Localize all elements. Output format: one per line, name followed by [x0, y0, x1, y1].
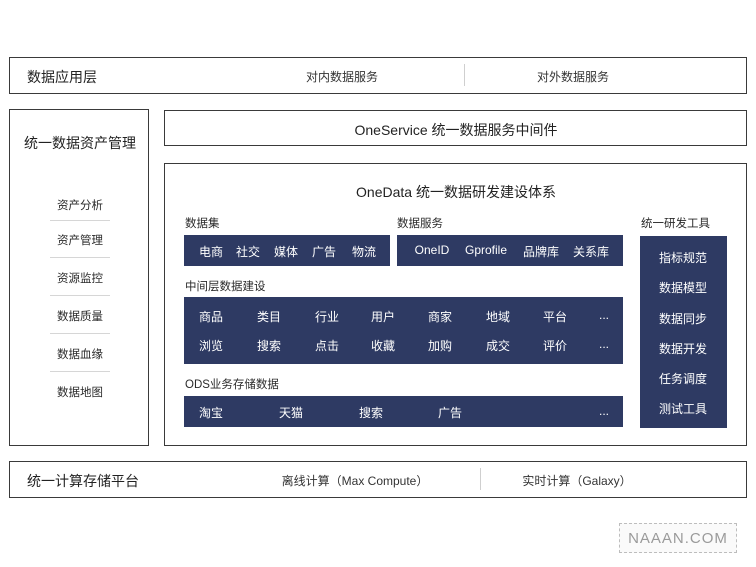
- asset-divider: [50, 295, 110, 296]
- compute-platform: 统一计算存储平台 离线计算（Max Compute） 实时计算（Galaxy）: [9, 461, 747, 498]
- external-data-service: 对外数据服务: [536, 70, 610, 84]
- data-service-item: OneID: [414, 243, 450, 257]
- ods-item: 搜索: [358, 406, 384, 420]
- middle-layer-item: 类目: [256, 310, 282, 324]
- middle-layer-item: ...: [598, 308, 610, 322]
- realtime-compute: 实时计算（Galaxy）: [522, 474, 632, 488]
- asset-divider: [50, 371, 110, 372]
- middle-layer-item: 商家: [427, 310, 453, 324]
- onedata-title: OneData 统一数据研发建设体系: [356, 184, 556, 200]
- asset-item-management: 资产管理: [57, 235, 103, 247]
- compute-platform-divider: [480, 468, 481, 490]
- dataset-item: 社交: [235, 245, 261, 259]
- asset-divider: [50, 333, 110, 334]
- ods-bar: 淘宝 天猫 搜索 广告 ...: [184, 396, 623, 427]
- middle-layer-title: 中间层数据建设: [185, 281, 266, 293]
- data-service-item: 品牌库: [522, 245, 560, 259]
- asset-item-analysis: 资产分析: [57, 200, 103, 212]
- dev-tool-item: 数据开发: [658, 342, 708, 356]
- asset-management-panel: 统一数据资产管理 资产分析 资产管理 资源监控 数据质量 数据血缘 数据地图: [9, 109, 149, 446]
- application-layer-title: 数据应用层: [27, 69, 97, 85]
- middle-layer-item: 商品: [198, 310, 224, 324]
- asset-item-data-map: 数据地图: [57, 387, 103, 399]
- asset-item-data-lineage: 数据血缘: [57, 349, 103, 361]
- watermark-logo: NAAAN.COM: [619, 523, 737, 553]
- middle-layer-item: 行业: [314, 310, 340, 324]
- middle-layer-item: 平台: [542, 310, 568, 324]
- middle-layer-item: 点击: [314, 339, 340, 353]
- middle-layer-item: 成交: [485, 339, 511, 353]
- asset-divider: [50, 220, 110, 221]
- compute-platform-title: 统一计算存储平台: [27, 473, 139, 489]
- ods-item: ...: [598, 404, 610, 418]
- application-layer: 数据应用层 对内数据服务 对外数据服务: [9, 57, 747, 94]
- middle-layer-item: 加购: [427, 339, 453, 353]
- asset-item-data-quality: 数据质量: [57, 311, 103, 323]
- ods-item: 天猫: [278, 406, 304, 420]
- dataset-bar: 电商 社交 媒体 广告 物流: [184, 235, 390, 266]
- data-service-item: Gprofile: [464, 243, 508, 257]
- offline-compute: 离线计算（Max Compute）: [281, 474, 429, 488]
- dataset-item: 电商: [198, 245, 224, 259]
- data-service-title: 数据服务: [397, 218, 443, 230]
- ods-item: 广告: [437, 406, 463, 420]
- middle-layer-item: 浏览: [198, 339, 224, 353]
- ods-item: 淘宝: [198, 406, 224, 420]
- dataset-item: 媒体: [273, 245, 299, 259]
- middle-layer-item: 收藏: [370, 339, 396, 353]
- oneservice-panel: OneService 统一数据服务中间件: [164, 110, 747, 146]
- middle-layer-item: 地域: [485, 310, 511, 324]
- onedata-panel: OneData 统一数据研发建设体系 数据集 电商 社交 媒体 广告 物流 数据…: [164, 163, 747, 446]
- dev-tool-item: 测试工具: [658, 402, 708, 416]
- dev-tools-column: 指标规范 数据模型 数据同步 数据开发 任务调度 测试工具: [640, 236, 727, 428]
- middle-layer-grid: 商品 类目 行业 用户 商家 地域 平台 ... 浏览 搜索 点击 收藏 加购 …: [184, 297, 623, 364]
- asset-management-title: 统一数据资产管理: [24, 135, 136, 151]
- asset-item-resource-monitor: 资源监控: [57, 273, 103, 285]
- dev-tool-item: 数据模型: [658, 281, 708, 295]
- internal-data-service: 对内数据服务: [305, 70, 379, 84]
- dev-tool-item: 指标规范: [658, 251, 708, 265]
- dataset-title: 数据集: [185, 218, 220, 230]
- data-service-item: 关系库: [572, 245, 610, 259]
- application-layer-divider: [464, 64, 465, 86]
- middle-layer-item: 搜索: [256, 339, 282, 353]
- middle-layer-item: 用户: [370, 310, 396, 324]
- dev-tools-title: 统一研发工具: [641, 218, 710, 230]
- data-service-bar: OneID Gprofile 品牌库 关系库: [397, 235, 623, 266]
- watermark-text: NAAAN.COM: [628, 530, 728, 547]
- ods-title: ODS业务存储数据: [185, 379, 279, 391]
- oneservice-title: OneService 统一数据服务中间件: [354, 122, 558, 138]
- dev-tool-item: 任务调度: [658, 372, 708, 386]
- asset-divider: [50, 257, 110, 258]
- dataset-item: 广告: [311, 245, 337, 259]
- dev-tool-item: 数据同步: [658, 312, 708, 326]
- dataset-item: 物流: [351, 245, 377, 259]
- middle-layer-item: ...: [598, 337, 610, 351]
- middle-layer-item: 评价: [542, 339, 568, 353]
